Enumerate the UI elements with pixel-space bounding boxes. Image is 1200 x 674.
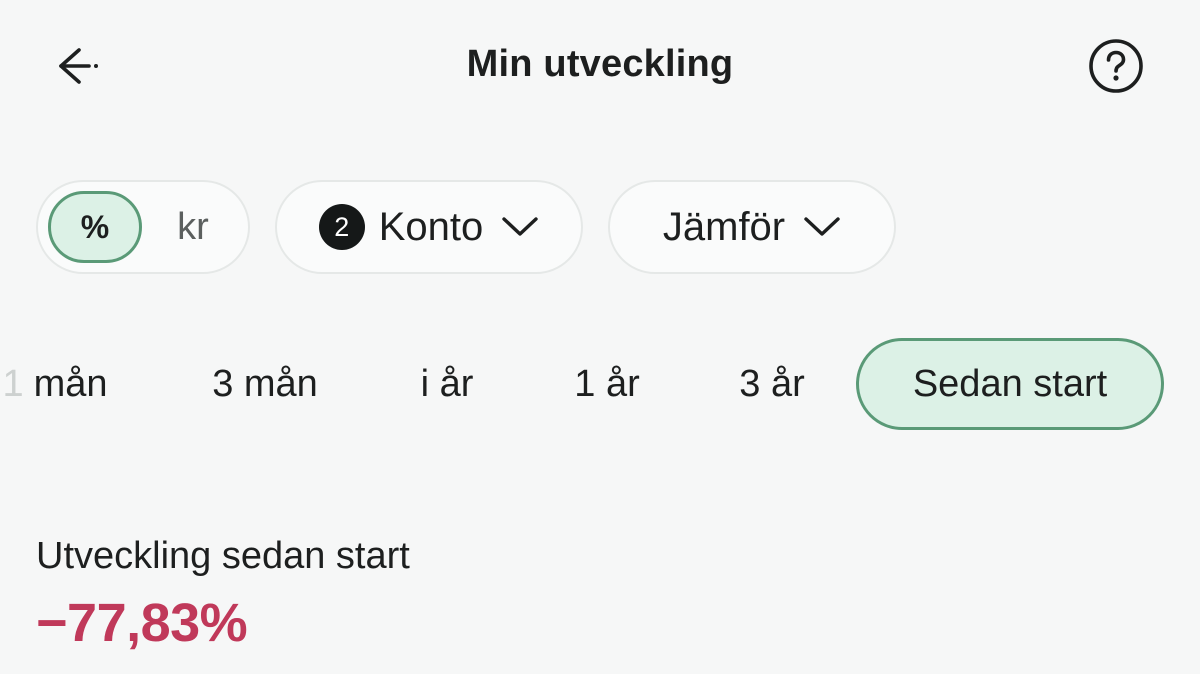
period-tab-1-month-label: mån bbox=[33, 362, 108, 405]
period-tab-3-years[interactable]: 3 år bbox=[727, 338, 817, 430]
unit-kr-option[interactable]: kr bbox=[158, 191, 228, 263]
compare-filter-label: Jämför bbox=[662, 204, 786, 249]
unit-toggle: % kr bbox=[36, 180, 250, 274]
account-filter-button[interactable]: 2 Konto bbox=[275, 180, 583, 274]
compare-filter-button[interactable]: Jämför bbox=[608, 180, 896, 274]
period-tab-this-year[interactable]: i år bbox=[405, 338, 489, 430]
development-label: Utveckling sedan start bbox=[36, 535, 410, 577]
period-tab-3-months[interactable]: 3 mån bbox=[200, 338, 330, 430]
development-value: −77,83% bbox=[36, 593, 248, 653]
help-button[interactable] bbox=[1086, 36, 1146, 96]
page-title: Min utveckling bbox=[466, 43, 734, 85]
period-tab-since-start[interactable]: Sedan start bbox=[856, 338, 1164, 430]
period-selector: 1 mån 3 mån i år 1 år 3 år Sedan start bbox=[0, 338, 1200, 430]
chevron-down-icon bbox=[501, 215, 539, 239]
period-tab-1-month-number: 1 bbox=[2, 362, 24, 405]
account-count-badge: 2 bbox=[318, 204, 365, 250]
period-tab-1-month[interactable]: 1 mån bbox=[0, 338, 120, 430]
period-tab-1-year[interactable]: 1 år bbox=[562, 338, 652, 430]
unit-percent-option[interactable]: % bbox=[48, 191, 142, 263]
account-filter-label: Konto bbox=[378, 204, 484, 249]
my-development-screen: Min utveckling % kr 2 Konto Jämför 1 mån… bbox=[0, 0, 1200, 674]
question-circle-icon bbox=[1089, 39, 1143, 93]
chevron-down-icon bbox=[803, 215, 841, 239]
